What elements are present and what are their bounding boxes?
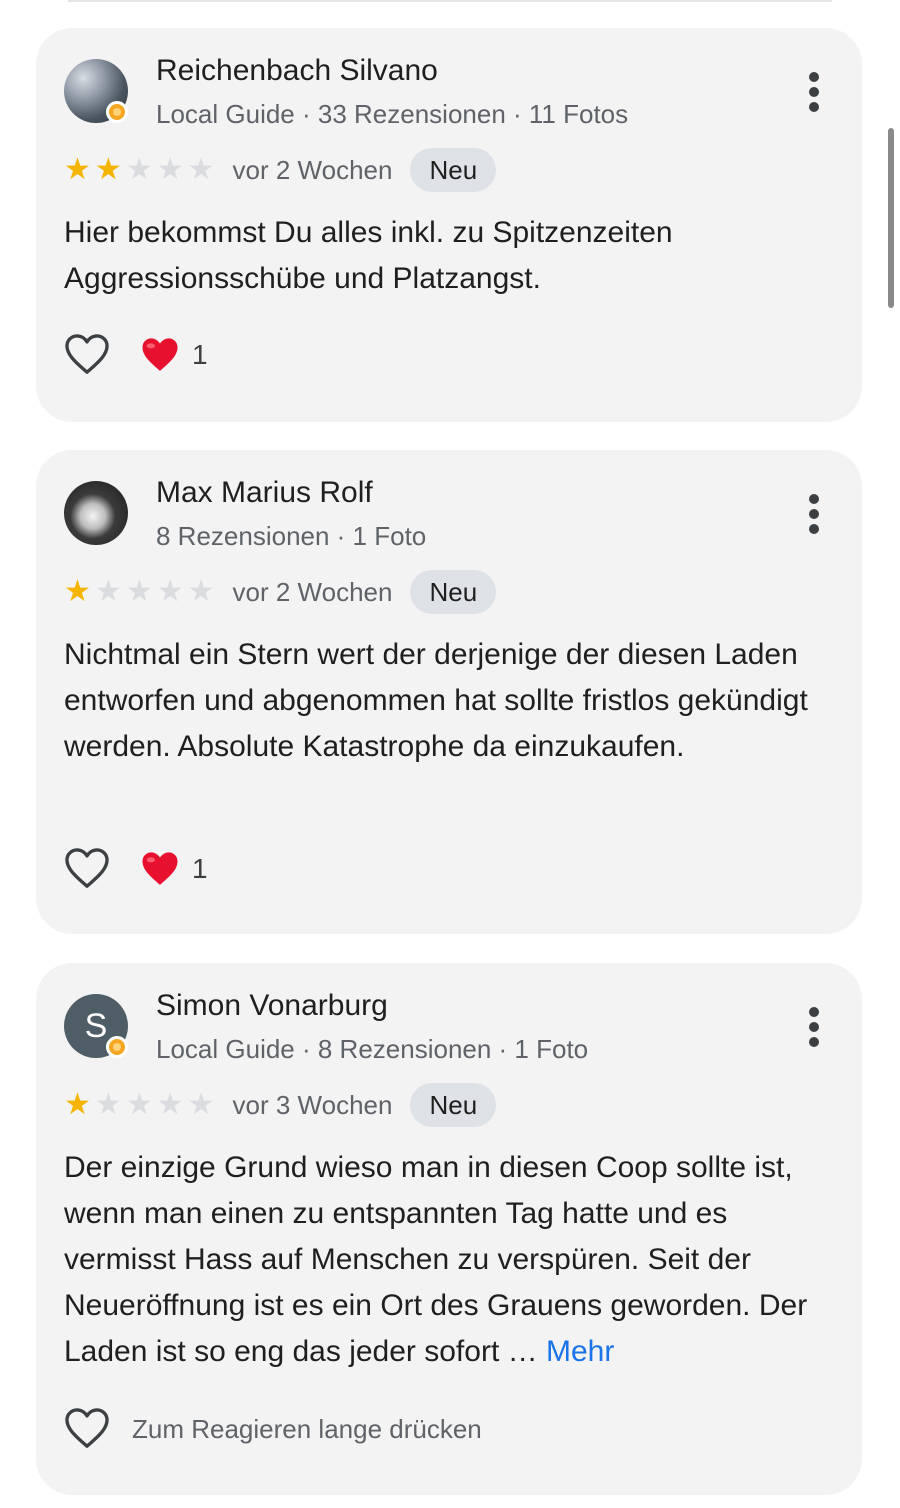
star-icon: ★ [64, 1088, 91, 1121]
star-icon: ★ [94, 153, 122, 186]
more-link[interactable]: Mehr [546, 1335, 614, 1368]
reviewer-name[interactable]: Reichenbach Silvano [156, 54, 438, 88]
reaction-row: Zum Reagieren lange drücken [64, 1408, 482, 1450]
review-time: vor 2 Wochen [232, 154, 393, 185]
avatar[interactable]: S [64, 994, 128, 1058]
review-time: vor 2 Wochen [232, 576, 393, 607]
star-icon: ★ [187, 575, 215, 608]
star-rating: ★ ★ ★ ★ ★ [64, 1090, 215, 1120]
star-icon: ★ [187, 153, 215, 186]
star-icon: ★ [64, 153, 91, 186]
more-vert-icon[interactable] [804, 72, 824, 112]
heart-outline-icon[interactable] [64, 334, 110, 376]
new-badge: Neu [410, 570, 497, 614]
review-card: S Simon Vonarburg Local Guide · 8 Rezens… [36, 963, 862, 1495]
local-guide-badge-icon [106, 1036, 128, 1058]
reviewer-name[interactable]: Max Marius Rolf [156, 476, 373, 510]
review-card: Max Marius Rolf 8 Rezensionen · 1 Foto ★… [36, 450, 862, 934]
reaction-row: 1 [64, 848, 208, 890]
review-time: vor 3 Wochen [232, 1089, 393, 1120]
avatar-letter: S [84, 1007, 108, 1045]
reaction-hint: Zum Reagieren lange drücken [132, 1413, 482, 1444]
heart-outline-icon[interactable] [64, 848, 110, 890]
reviewer-meta: Local Guide · 33 Rezensionen · 11 Fotos [156, 99, 629, 129]
star-icon: ★ [156, 153, 184, 186]
reviews-page: Reichenbach Silvano Local Guide · 33 Rez… [0, 0, 900, 1508]
star-icon: ★ [94, 1088, 122, 1121]
review-text: Hier bekommst Du alles inkl. zu Spitzenz… [64, 216, 673, 295]
star-icon: ★ [64, 575, 91, 608]
scrollbar[interactable] [888, 128, 894, 308]
review-card: Reichenbach Silvano Local Guide · 33 Rez… [36, 28, 862, 422]
rating-row: ★ ★ ★ ★ ★ vor 3 Wochen Neu [64, 1083, 497, 1127]
avatar[interactable] [64, 59, 128, 123]
new-badge: Neu [410, 148, 497, 192]
star-icon: ★ [125, 1088, 153, 1121]
more-vert-icon[interactable] [804, 1007, 824, 1047]
review-text: Nichtmal ein Stern wert der derjenige de… [64, 638, 808, 763]
red-heart-icon[interactable] [140, 850, 180, 888]
star-icon: ★ [156, 575, 184, 608]
divider [68, 0, 832, 2]
rating-row: ★ ★ ★ ★ ★ vor 2 Wochen Neu [64, 570, 497, 614]
review-text: Der einzige Grund wieso man in diesen Co… [64, 1145, 839, 1375]
reaction-count: 1 [192, 853, 208, 884]
more-vert-icon[interactable] [804, 494, 824, 534]
red-heart-icon[interactable] [140, 336, 180, 374]
star-icon: ★ [156, 1088, 184, 1121]
reaction-count: 1 [192, 339, 208, 370]
star-icon: ★ [125, 153, 153, 186]
reviewer-name[interactable]: Simon Vonarburg [156, 989, 388, 1023]
star-icon: ★ [94, 575, 122, 608]
reviewer-meta: Local Guide · 8 Rezensionen · 1 Foto [156, 1034, 589, 1064]
new-badge: Neu [410, 1083, 497, 1127]
local-guide-badge-icon [106, 101, 128, 123]
review-text-body: Der einzige Grund wieso man in diesen Co… [64, 1151, 808, 1368]
reaction-row: 1 [64, 334, 208, 376]
star-icon: ★ [187, 1088, 215, 1121]
star-icon: ★ [125, 575, 153, 608]
reviewer-meta: 8 Rezensionen · 1 Foto [156, 521, 427, 551]
avatar[interactable] [64, 481, 128, 545]
rating-row: ★ ★ ★ ★ ★ vor 2 Wochen Neu [64, 148, 497, 192]
star-rating: ★ ★ ★ ★ ★ [64, 155, 215, 185]
heart-outline-icon[interactable] [64, 1408, 110, 1450]
star-rating: ★ ★ ★ ★ ★ [64, 577, 215, 607]
